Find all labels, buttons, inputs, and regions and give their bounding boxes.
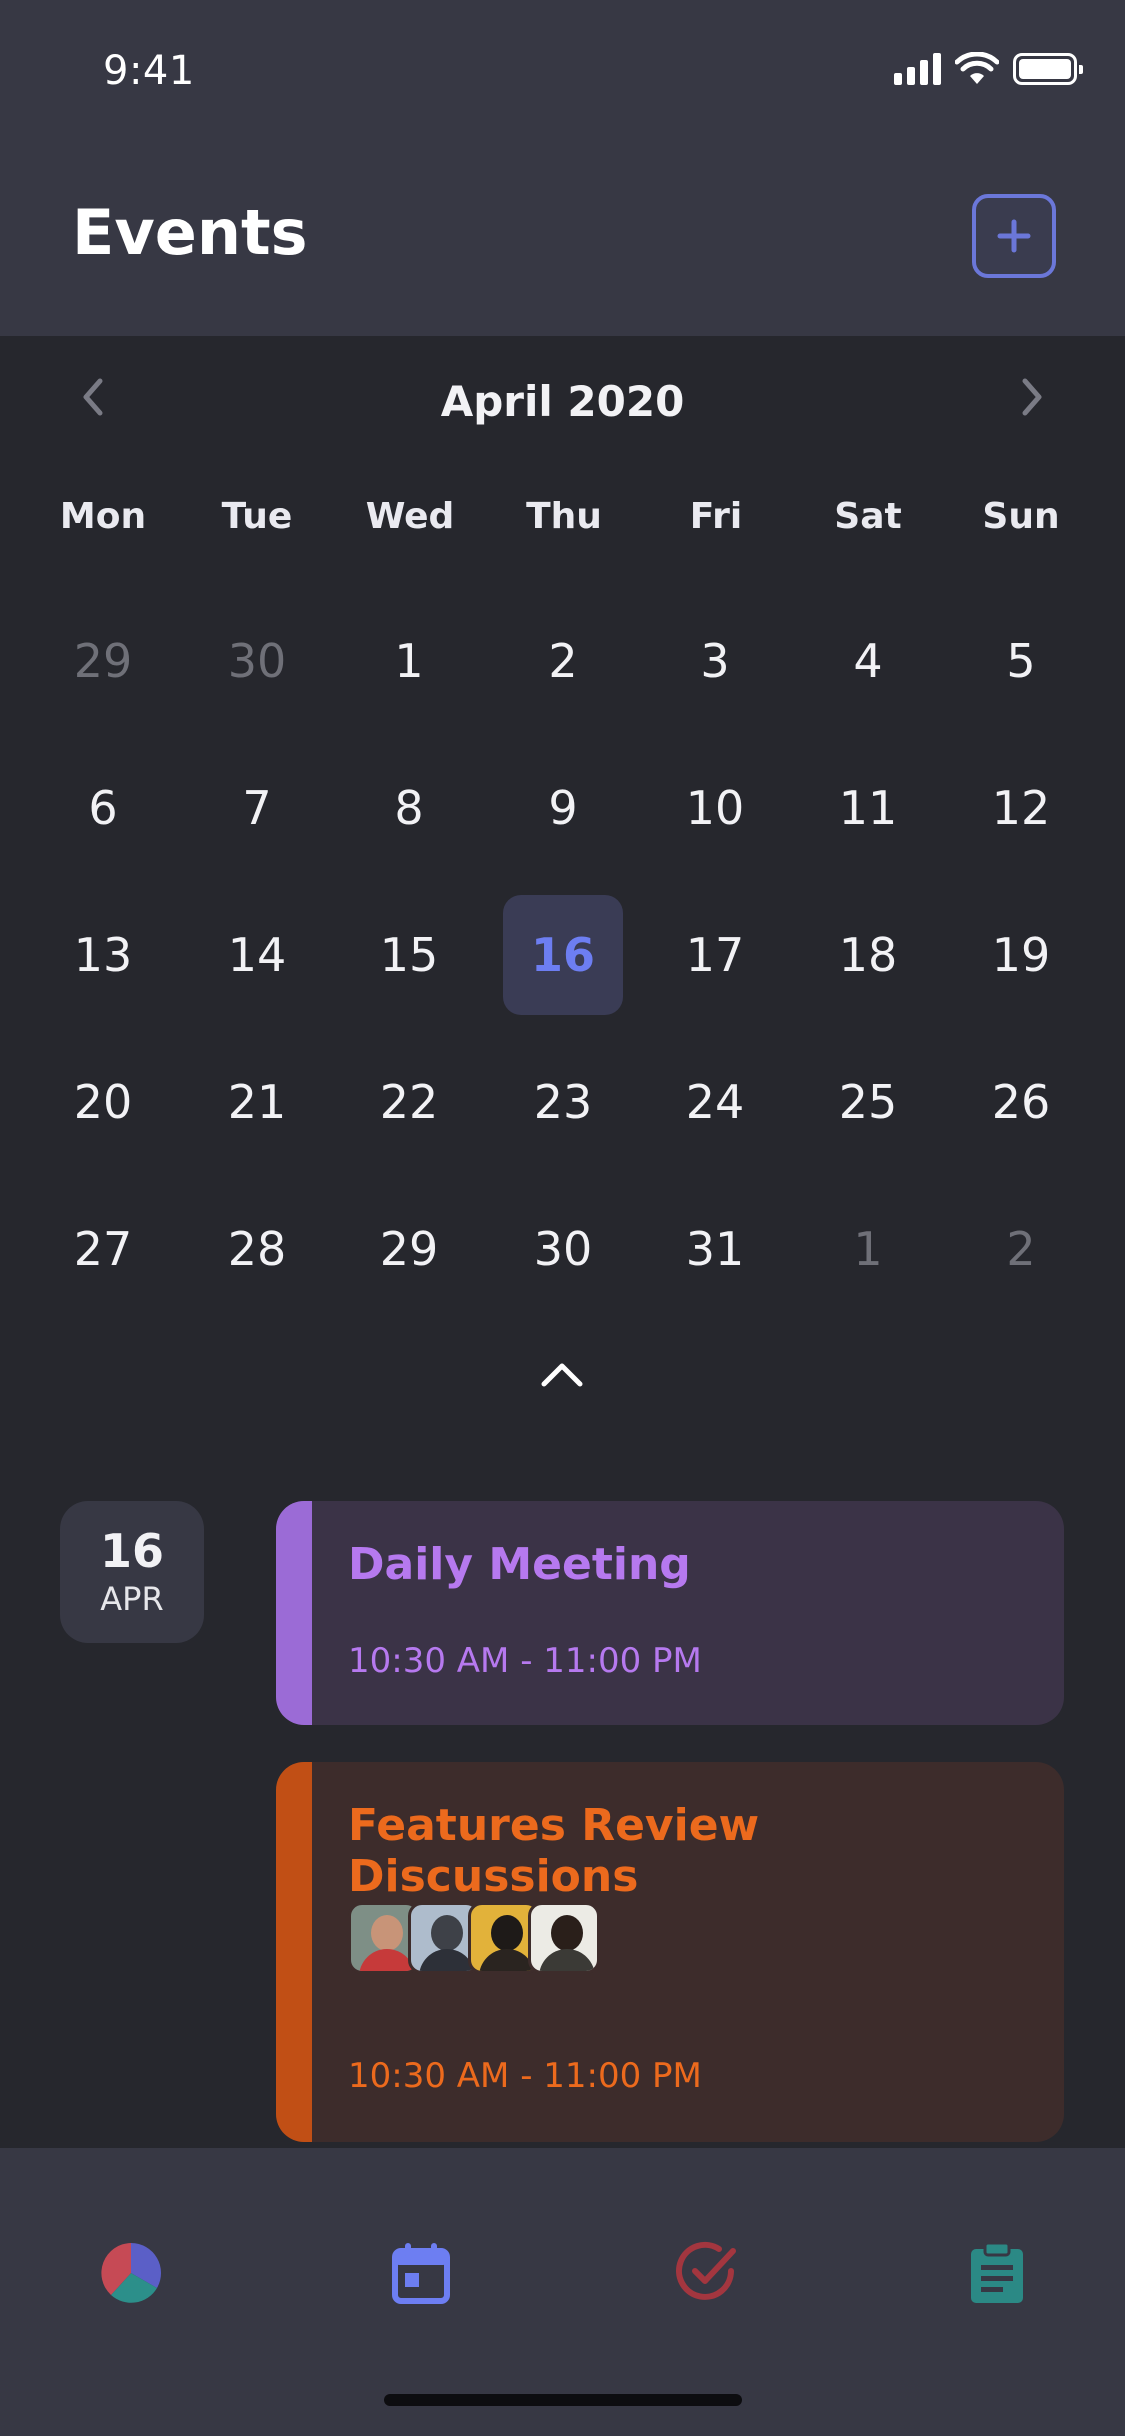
calendar-day[interactable]: 25: [808, 1042, 928, 1162]
month-label: April 2020: [440, 376, 685, 426]
calendar-day[interactable]: 1: [349, 601, 469, 721]
weekday-label: Sat: [834, 496, 902, 537]
calendar-day[interactable]: 30: [503, 1189, 623, 1309]
calendar-day[interactable]: 27: [43, 1189, 163, 1309]
event-title: Daily Meeting: [348, 1539, 691, 1590]
status-icons: [894, 52, 1083, 86]
plus-icon: [997, 219, 1031, 253]
calendar-day[interactable]: 2: [503, 601, 623, 721]
tab-calendar[interactable]: [386, 2238, 456, 2308]
tab-dashboard[interactable]: [96, 2238, 166, 2308]
check-circle-icon: [676, 2241, 736, 2300]
calendar-day[interactable]: 12: [961, 748, 1081, 868]
calendar-day[interactable]: 7: [197, 748, 317, 868]
avatar: [528, 1902, 600, 1974]
event-title: Features Review Discussions: [348, 1800, 760, 1902]
calendar-icon: [392, 2243, 450, 2304]
event-card[interactable]: Daily Meeting 10:30 AM - 11:00 PM: [276, 1501, 1064, 1725]
calendar-day[interactable]: 6: [43, 748, 163, 868]
month-header: April 2020: [0, 366, 1125, 436]
weekday-label: Tue: [221, 496, 293, 537]
event-card[interactable]: Features Review Discussions 10:30 AM - 1…: [276, 1762, 1064, 2142]
page-title: Events: [72, 196, 308, 269]
calendar-day[interactable]: 24: [655, 1042, 775, 1162]
calendar-day-outside-month[interactable]: 29: [43, 601, 163, 721]
weekday-label: Sun: [982, 496, 1060, 537]
previous-month-button[interactable]: [68, 372, 118, 422]
add-event-button[interactable]: [972, 194, 1056, 278]
date-badge: 16 APR: [60, 1501, 204, 1643]
calendar-day[interactable]: 20: [43, 1042, 163, 1162]
date-badge-day: 16: [99, 1523, 164, 1578]
calendar-day[interactable]: 11: [808, 748, 928, 868]
calendar-day[interactable]: 14: [197, 895, 317, 1015]
home-indicator: [384, 2394, 742, 2406]
event-time: 10:30 AM - 11:00 PM: [348, 1641, 702, 1681]
calendar-day-outside-month[interactable]: 30: [197, 601, 317, 721]
status-time: 9:41: [103, 48, 195, 94]
chevron-up-icon: [541, 1363, 583, 1387]
header: 9:41 Events: [0, 0, 1125, 336]
weekday-label: Thu: [526, 496, 602, 537]
calendar-day[interactable]: 29: [349, 1189, 469, 1309]
battery-icon: [1013, 53, 1083, 85]
clipboard-icon: [971, 2241, 1023, 2303]
cellular-signal-icon: [894, 53, 941, 85]
calendar-day[interactable]: 4: [808, 601, 928, 721]
calendar-day[interactable]: 5: [961, 601, 1081, 721]
weekday-label: Fri: [689, 496, 743, 537]
attendee-avatars: [348, 1902, 600, 1974]
calendar-day[interactable]: 3: [655, 601, 775, 721]
calendar-day[interactable]: 10: [655, 748, 775, 868]
calendar-day[interactable]: 17: [655, 895, 775, 1015]
calendar-day-selected[interactable]: 16: [503, 895, 623, 1015]
tab-notes[interactable]: [962, 2238, 1032, 2308]
weekday-label: Mon: [59, 496, 147, 537]
calendar-day-outside-month[interactable]: 1: [808, 1189, 928, 1309]
dashboard-icon: [101, 2243, 162, 2303]
tab-bar: [0, 2148, 1125, 2436]
weekday-label: Wed: [365, 496, 455, 537]
next-month-button[interactable]: [1007, 372, 1057, 422]
calendar-day[interactable]: 26: [961, 1042, 1081, 1162]
wifi-icon: [955, 52, 999, 84]
calendar-day[interactable]: 19: [961, 895, 1081, 1015]
calendar-day[interactable]: 13: [43, 895, 163, 1015]
calendar-day[interactable]: 8: [349, 748, 469, 868]
calendar-day[interactable]: 9: [503, 748, 623, 868]
collapse-calendar-button[interactable]: [537, 1354, 587, 1394]
calendar-day[interactable]: 28: [197, 1189, 317, 1309]
date-badge-month: APR: [100, 1580, 164, 1619]
chevron-right-icon: [1022, 378, 1042, 416]
calendar-day[interactable]: 18: [808, 895, 928, 1015]
chevron-left-icon: [83, 378, 103, 416]
tab-tasks[interactable]: [672, 2238, 742, 2308]
calendar-day-outside-month[interactable]: 2: [961, 1189, 1081, 1309]
calendar-day[interactable]: 23: [503, 1042, 623, 1162]
calendar-day[interactable]: 22: [349, 1042, 469, 1162]
calendar-day[interactable]: 21: [197, 1042, 317, 1162]
event-time: 10:30 AM - 11:00 PM: [348, 2056, 702, 2096]
calendar-day[interactable]: 31: [655, 1189, 775, 1309]
event-color-bar: [276, 1762, 312, 2142]
calendar-day[interactable]: 15: [349, 895, 469, 1015]
event-color-bar: [276, 1501, 312, 1725]
